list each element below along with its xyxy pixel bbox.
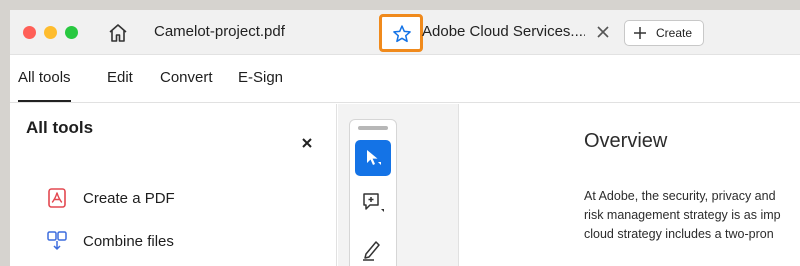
create-pdf-icon [46, 187, 68, 209]
select-cursor-icon[interactable] [355, 140, 391, 176]
close-window-button[interactable] [23, 26, 36, 39]
tab-convert[interactable]: Convert [160, 69, 213, 86]
document-heading: Overview [584, 130, 668, 152]
quick-tools-strip [349, 119, 397, 266]
home-icon[interactable] [106, 21, 130, 45]
draw-pen-icon[interactable] [360, 236, 386, 262]
all-tools-panel: All tools Create a PDF Combine files [10, 104, 337, 266]
tool-create-pdf[interactable]: Create a PDF [46, 186, 306, 212]
star-icon[interactable] [379, 14, 423, 52]
create-button[interactable]: Create [624, 20, 704, 46]
drag-handle[interactable] [358, 126, 388, 130]
minimize-window-button[interactable] [44, 26, 57, 39]
tab-adobe-cloud-services[interactable]: Adobe Cloud Services.... [422, 23, 585, 40]
document-view[interactable]: Overview At Adobe, the security, privacy… [460, 104, 800, 266]
document-text-line: risk management strategy is as imp [584, 208, 781, 222]
combine-files-icon [46, 230, 68, 252]
quick-tools-column [338, 104, 459, 266]
tab-edit[interactable]: Edit [107, 69, 133, 86]
tool-combine-files-label: Combine files [83, 233, 174, 250]
tab-e-sign[interactable]: E-Sign [238, 69, 283, 86]
tools-nav: All tools Edit Convert E-Sign [10, 56, 800, 103]
tab-camelot-project[interactable]: Camelot-project.pdf [154, 23, 285, 40]
close-icon[interactable] [593, 22, 613, 42]
app-window: Camelot-project.pdf Adobe Cloud Services… [10, 10, 800, 266]
document-text-line: cloud strategy includes a two-pron [584, 227, 774, 241]
document-text-line: At Adobe, the security, privacy and [584, 189, 776, 203]
close-panel-icon[interactable] [300, 136, 314, 150]
create-button-label: Create [656, 26, 693, 40]
title-bar: Camelot-project.pdf Adobe Cloud Services… [10, 10, 800, 55]
maximize-window-button[interactable] [65, 26, 78, 39]
panel-title: All tools [26, 118, 94, 137]
tab-all-tools[interactable]: All tools [18, 69, 71, 102]
tool-create-pdf-label: Create a PDF [83, 190, 175, 207]
tool-combine-files[interactable]: Combine files [46, 229, 306, 255]
add-comment-icon[interactable] [360, 190, 386, 216]
plus-icon [634, 27, 646, 39]
